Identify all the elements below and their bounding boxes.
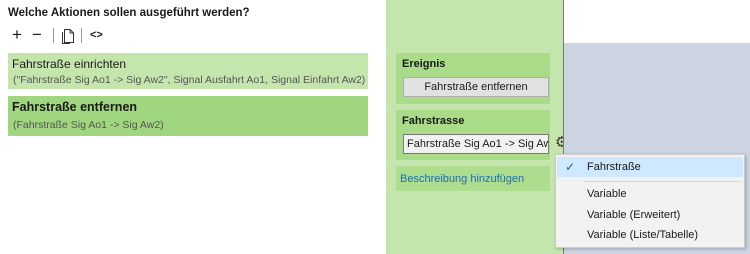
remove-action-button[interactable]: − <box>32 26 42 43</box>
description-section: Beschreibung hinzufügen <box>396 166 550 191</box>
fahrstrasse-section: Fahrstrasse Fahrstraße Sig Ao1 -> Sig Aw… <box>396 110 550 160</box>
fahrstrasse-field[interactable]: Fahrstraße Sig Ao1 -> Sig Aw2 <box>403 134 549 154</box>
context-menu: ✓ Fahrstraße Variable Variable (Erweiter… <box>555 154 745 248</box>
ereignis-button[interactable]: Fahrstraße entfernen <box>403 77 549 97</box>
code-view-button[interactable]: <> <box>90 29 103 41</box>
toolbar-separator <box>81 28 82 43</box>
action-item[interactable]: Fahrstraße einrichten ("Fahrstraße Sig A… <box>8 53 368 89</box>
checkmark-icon: ✓ <box>565 160 576 174</box>
actions-heading: Welche Aktionen sollen ausgeführt werden… <box>8 7 250 19</box>
menu-item-label: Variable (Erweitert) <box>587 209 681 221</box>
action-detail: ("Fahrstraße Sig Ao1 -> Sig Aw2", Signal… <box>13 74 366 86</box>
menu-item-label: Fahrstraße <box>587 161 641 173</box>
action-title: Fahrstraße einrichten <box>12 57 127 71</box>
action-item-selected[interactable]: Fahrstraße entfernen (Fahrstraße Sig Ao1… <box>8 96 368 136</box>
fahrstrasse-label: Fahrstrasse <box>402 115 465 127</box>
add-action-button[interactable]: + <box>12 26 22 43</box>
menu-item-fahrstrasse[interactable]: ✓ Fahrstraße <box>557 157 743 177</box>
ereignis-label: Ereignis <box>402 58 446 70</box>
menu-item-variable-erweitert[interactable]: Variable (Erweitert) <box>557 205 743 225</box>
menu-item-variable-liste[interactable]: Variable (Liste/Tabelle) <box>557 225 743 245</box>
menu-item-label: Variable (Liste/Tabelle) <box>587 229 699 241</box>
action-detail: (Fahrstraße Sig Ao1 -> Sig Aw2) <box>13 119 164 131</box>
copy-icon[interactable] <box>61 28 75 47</box>
add-description-link[interactable]: Beschreibung hinzufügen <box>400 173 524 185</box>
action-title: Fahrstraße entfernen <box>12 100 138 114</box>
menu-item-variable[interactable]: Variable <box>557 184 743 204</box>
right-header-area <box>564 0 750 43</box>
properties-panel: Ereignis Fahrstraße entfernen Fahrstrass… <box>386 0 568 254</box>
menu-item-label: Variable <box>587 188 627 200</box>
menu-separator <box>584 181 740 182</box>
ereignis-section: Ereignis Fahrstraße entfernen <box>396 53 550 104</box>
toolbar-separator <box>53 28 54 43</box>
